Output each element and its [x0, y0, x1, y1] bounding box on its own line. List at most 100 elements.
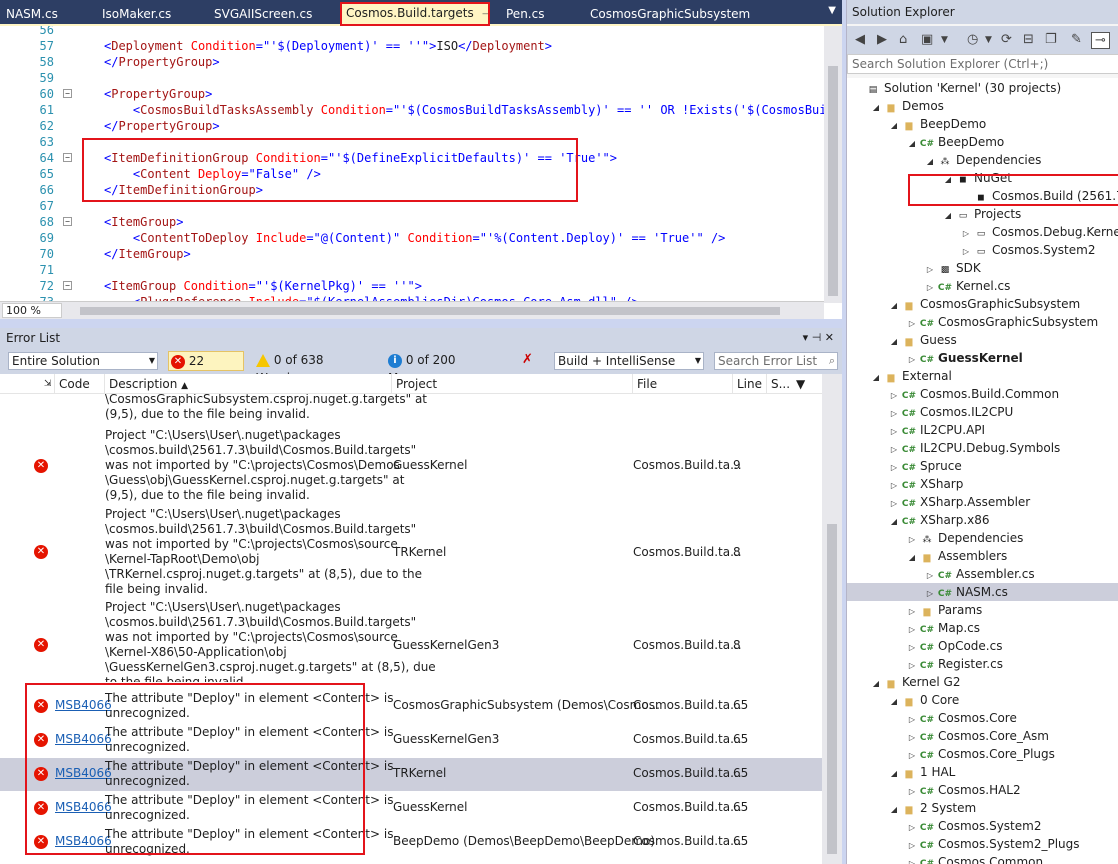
expanded-icon[interactable]: ◢ — [887, 801, 901, 819]
preview-icon[interactable]: ⊸ — [1091, 32, 1110, 49]
expanded-icon[interactable]: ◢ — [905, 549, 919, 567]
sort-icon[interactable]: ⇲ — [40, 374, 52, 394]
editor-vertical-scrollbar[interactable] — [824, 26, 842, 303]
column-description[interactable]: Description ▲ — [104, 374, 391, 394]
tab-dropdown-icon[interactable]: ▼ — [828, 5, 836, 16]
table-row[interactable]: ✕ Project "C:\Users\User\.nuget\packages… — [0, 507, 822, 597]
collapse-icon[interactable]: − — [63, 217, 72, 226]
tree-node[interactable]: ▷ C# XSharp — [887, 475, 963, 493]
expanded-icon[interactable]: ◢ — [923, 153, 937, 171]
tree-node[interactable]: ▷ C# Cosmos.IL2CPU — [887, 403, 1013, 421]
sync-icon[interactable]: ⟳ — [1001, 32, 1012, 47]
tree-node[interactable]: ▷ C# Cosmos.Core_Plugs — [905, 745, 1055, 763]
expanded-icon[interactable]: ◢ — [887, 693, 901, 711]
tree-node[interactable]: ▷ C# Cosmos.Build.Common — [887, 385, 1059, 403]
horizontal-scroll-thumb[interactable] — [80, 307, 780, 315]
tree-node[interactable]: ◢ ▆ BeepDemo — [887, 115, 986, 133]
solution-search-input[interactable]: Search Solution Explorer (Ctrl+;) — [847, 54, 1118, 74]
tree-node[interactable]: ▷ C# NASM.cs — [847, 583, 1118, 601]
forward-icon[interactable]: ▶ — [877, 32, 887, 47]
tree-node[interactable]: ▷ C# CosmosGraphicSubsystem — [905, 313, 1098, 331]
expanded-icon[interactable]: ◢ — [869, 99, 883, 117]
expanded-icon[interactable]: ◢ — [887, 765, 901, 783]
scroll-thumb[interactable] — [828, 66, 838, 296]
tree-node[interactable]: ▷ C# Cosmos.HAL2 — [905, 781, 1021, 799]
expanded-icon[interactable]: ◢ — [941, 207, 955, 225]
tree-node[interactable]: ▷ C# Map.cs — [905, 619, 980, 637]
tree-node[interactable]: ▷ C# Assembler.cs — [923, 565, 1035, 583]
messages-filter-button[interactable]: i 0 of 200 Messages — [386, 351, 512, 385]
tree-node[interactable]: ◢ ▆ 2 System — [887, 799, 976, 817]
tree-node[interactable]: ▷ ▭ Cosmos.System2 — [959, 241, 1096, 259]
tree-node[interactable]: ◢ ▆ Guess — [887, 331, 957, 349]
tab-nasm[interactable]: NASM.cs — [0, 5, 58, 24]
clear-filter-icon[interactable]: ✗ — [520, 351, 544, 371]
tab-cosmosgraphicsubsystem[interactable]: CosmosGraphicSubsystem — [584, 5, 750, 24]
chevron-down-icon[interactable]: ▼ — [941, 35, 948, 45]
tree-node[interactable]: ▷ C# Register.cs — [905, 655, 1003, 673]
tree-node[interactable]: ▷ C# IL2CPU.Debug.Symbols — [887, 439, 1060, 457]
tree-node[interactable]: ▷ C# Cosmos.System2 — [905, 817, 1042, 835]
expanded-icon[interactable]: ◢ — [887, 117, 901, 135]
errors-filter-button[interactable]: ✕ 22 Errors — [168, 351, 244, 386]
filter-icon[interactable]: ▼ — [792, 374, 822, 394]
tree-node[interactable]: ◢ ▆ 1 HAL — [887, 763, 955, 781]
home-icon[interactable]: ⌂ — [899, 32, 907, 47]
table-row[interactable]: \CosmosGraphicSubsystem.csproj.nuget.g.t… — [0, 394, 822, 427]
chevron-down-icon[interactable]: ▼ — [985, 35, 992, 45]
build-filter-combo[interactable]: Build + IntelliSense ▼ — [554, 352, 704, 370]
tree-node[interactable]: ▷ C# Cosmos.System2_Plugs — [905, 835, 1080, 853]
tree-node[interactable]: ◢ ▆ External — [869, 367, 952, 385]
properties-icon[interactable]: ✎ — [1071, 32, 1082, 47]
tree-node[interactable]: ▷ C# IL2CPU.API — [887, 421, 985, 439]
tree-node[interactable]: ◢ ▆ Assemblers — [905, 547, 1007, 565]
tree-node[interactable]: ◢ ▆ CosmosGraphicSubsystem — [887, 295, 1080, 313]
panel-controls[interactable]: ▾ ⊣ ✕ — [803, 328, 834, 348]
column-project[interactable]: Project — [391, 374, 632, 394]
tree-node[interactable]: ◢ ▆ Demos — [869, 97, 944, 115]
tree-node[interactable]: ◢ C# BeepDemo — [905, 133, 1004, 151]
tree-node[interactable]: ▤ Solution 'Kernel' (30 projects) — [851, 79, 1061, 97]
table-row[interactable]: ✕ Project "C:\Users\User\.nuget\packages… — [0, 428, 822, 503]
expanded-icon[interactable]: ◢ — [905, 135, 919, 153]
expanded-icon[interactable]: ◢ — [887, 297, 901, 315]
scroll-thumb[interactable] — [827, 524, 837, 854]
tree-node[interactable]: ▷ C# OpCode.cs — [905, 637, 1003, 655]
zoom-combo[interactable]: 100 % — [2, 303, 62, 318]
error-search-input[interactable]: Search Error List ⌕ — [714, 352, 838, 370]
column-file[interactable]: File — [632, 374, 732, 394]
column-code[interactable]: Code — [54, 374, 104, 394]
tree-node[interactable]: ▷ C# XSharp.Assembler — [887, 493, 1030, 511]
tree-node[interactable]: ◢ C# XSharp.x86 — [887, 511, 990, 529]
collapse-icon[interactable]: − — [63, 89, 72, 98]
warnings-filter-button[interactable]: 0 of 638 Warnings — [254, 351, 379, 385]
tree-node[interactable]: ▷ ▭ Cosmos.Debug.Kernel — [959, 223, 1118, 241]
table-row[interactable]: ✕ Project "C:\Users\User\.nuget\packages… — [0, 600, 822, 682]
collapse-icon[interactable]: − — [63, 153, 72, 162]
tab-pen[interactable]: Pen.cs — [500, 5, 544, 24]
tree-node[interactable]: ◢ ▆ 0 Core — [887, 691, 959, 709]
tree-node[interactable]: ▷ ▆ Params — [905, 601, 982, 619]
show-all-files-icon[interactable]: ❐ — [1045, 32, 1057, 47]
switch-views-icon[interactable]: ▣ — [921, 32, 933, 47]
tree-node[interactable]: ▷ ▩ SDK — [923, 259, 981, 277]
tree-node[interactable]: ▷ C# GuessKernel — [905, 349, 1023, 367]
collapsed-icon[interactable]: ▷ — [905, 855, 919, 864]
tree-node[interactable]: ▷ ⁂ Dependencies — [905, 529, 1023, 547]
expanded-icon[interactable]: ◢ — [869, 675, 883, 693]
error-list-scrollbar[interactable] — [822, 374, 842, 864]
collapse-all-icon[interactable]: ⊟ — [1023, 32, 1034, 47]
tab-isomaker[interactable]: IsoMaker.cs — [96, 5, 171, 24]
tree-node[interactable]: ▷ C# Cosmos.Common — [905, 853, 1043, 864]
back-icon[interactable]: ◀ — [855, 32, 865, 47]
expanded-icon[interactable]: ◢ — [887, 513, 901, 531]
expanded-icon[interactable]: ◢ — [887, 333, 901, 351]
expanded-icon[interactable]: ◢ — [869, 369, 883, 387]
column-line[interactable]: Line — [732, 374, 766, 394]
tree-node[interactable]: ▷ C# Kernel.cs — [923, 277, 1010, 295]
tree-node[interactable]: ▷ C# Cosmos.Core — [905, 709, 1017, 727]
tab-svgaiiscreen[interactable]: SVGAIIScreen.cs — [208, 5, 312, 24]
tree-node[interactable]: ▷ C# Cosmos.Core_Asm — [905, 727, 1049, 745]
collapse-icon[interactable]: − — [63, 281, 72, 290]
tree-node[interactable]: ◢ ⁂ Dependencies — [923, 151, 1041, 169]
